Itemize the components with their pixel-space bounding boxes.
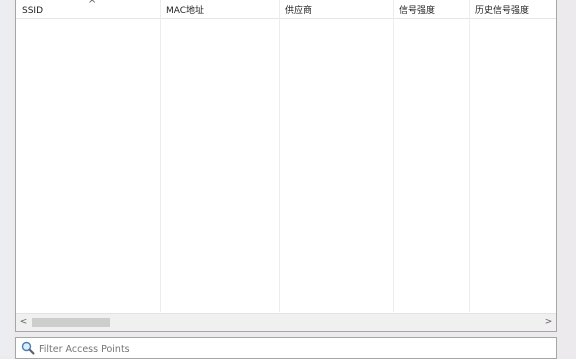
column-header-signal-history[interactable]: 历史信号强度 [469,0,556,18]
scrollbar-thumb[interactable] [32,318,110,327]
filter-access-points-input[interactable] [39,342,439,356]
column-header-label: 历史信号强度 [475,6,530,16]
column-divider[interactable] [469,0,470,312]
scroll-right-button[interactable]: > [541,314,556,331]
column-header-ssid[interactable]: SSID ^ [16,0,162,18]
column-header-label: 信号强度 [399,6,436,16]
access-points-list[interactable]: SSID ^ MAC地址 供应商 信号强度 历史信号强度 < > [15,0,557,332]
column-header-vendor[interactable]: 供应商 [279,0,393,18]
column-header-label: 供应商 [285,6,313,16]
search-icon [21,341,35,355]
table-header: SSID ^ MAC地址 供应商 信号强度 历史信号强度 [16,0,556,19]
column-header-mac[interactable]: MAC地址 [160,0,279,18]
column-divider[interactable] [160,0,161,312]
column-header-signal-strength[interactable]: 信号强度 [393,0,469,18]
column-header-label: MAC地址 [166,6,205,16]
horizontal-scrollbar[interactable]: < > [16,313,556,331]
column-divider[interactable] [393,0,394,312]
scroll-left-button[interactable]: < [16,314,31,331]
left-panel-edge [0,0,13,356]
column-header-label: SSID [22,6,44,16]
column-divider[interactable] [279,0,280,312]
sort-ascending-icon: ^ [88,0,97,10]
